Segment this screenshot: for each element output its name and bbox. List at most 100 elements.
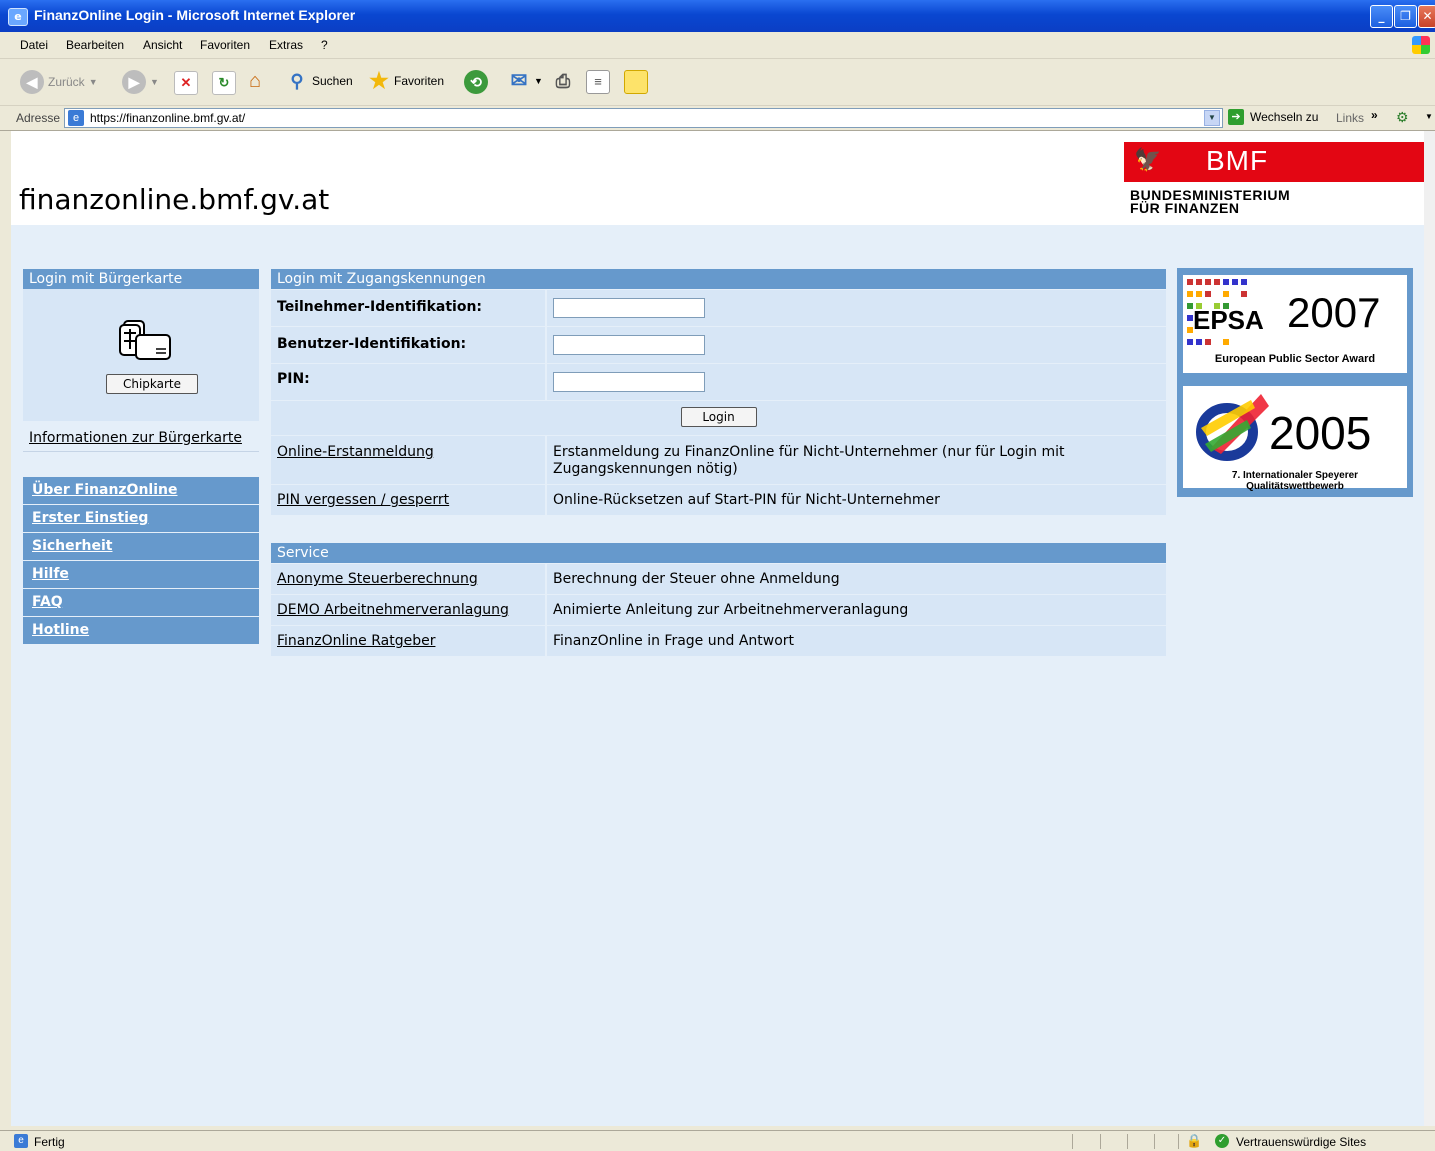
nav-item-help[interactable]: Hilfe — [23, 561, 259, 588]
maximize-button[interactable]: ❐ — [1394, 5, 1417, 28]
page-status-icon: e — [14, 1134, 28, 1148]
login-link-row: PIN vergessen / gesperrt Online-Rücksetz… — [271, 484, 1166, 515]
windows-logo-icon — [1412, 36, 1430, 54]
epsa-award[interactable]: EPSA 2007 European Public Sector Award — [1183, 275, 1407, 373]
search-button[interactable]: ⚲ Suchen — [286, 70, 352, 92]
bmf-logo-text: BMF — [1206, 145, 1269, 176]
participant-id-label: Teilnehmer-Identifikation: — [277, 299, 483, 315]
participant-id-input[interactable] — [553, 298, 705, 318]
service-description: Animierte Anleitung zur Arbeitnehmervera… — [545, 595, 1166, 625]
refresh-button[interactable]: ↻ — [212, 71, 236, 95]
divider — [1154, 1134, 1155, 1149]
dropdown-arrow-icon: ▼ — [150, 77, 159, 87]
messenger-button[interactable] — [624, 70, 648, 94]
status-text: Fertig — [34, 1135, 65, 1149]
print-button[interactable]: ⎙ — [552, 70, 574, 92]
address-url: https://finanzonline.bmf.gv.at/ — [90, 111, 246, 125]
pin-label: PIN: — [277, 371, 310, 387]
login-row-user: Benutzer-Identifikation: — [271, 326, 1166, 363]
pin-input[interactable] — [553, 372, 705, 392]
trusted-zone-icon: ✓ — [1215, 1134, 1229, 1148]
go-arrow-icon: ➔ — [1228, 109, 1244, 125]
go-button[interactable]: ➔ Wechseln zu — [1228, 109, 1318, 125]
extension-icon[interactable]: ⚙ — [1396, 109, 1409, 126]
pin-forgotten-description: Online-Rücksetzen auf Start-PIN für Nich… — [545, 485, 1166, 515]
star-icon: ★ — [369, 68, 389, 93]
dropdown-arrow-icon[interactable]: ▼ — [1425, 112, 1433, 121]
login-panel: Login mit Zugangskennungen Teilnehmer-Id… — [271, 269, 1166, 515]
back-button[interactable]: ◀ Zurück ▼ — [20, 70, 98, 94]
citizen-card-info-link[interactable]: Informationen zur Bürgerkarte — [29, 430, 242, 446]
chevron-right-icon[interactable]: » — [1371, 108, 1378, 122]
stop-button[interactable]: ✕ — [174, 71, 198, 95]
login-row-pin: PIN: — [271, 363, 1166, 400]
history-button[interactable]: ⟲ — [464, 70, 488, 94]
finanzonline-guide-link[interactable]: FinanzOnline Ratgeber — [271, 626, 545, 656]
chevron-down-icon[interactable]: ▼ — [1204, 110, 1220, 126]
nav-item-about[interactable]: Über FinanzOnline — [23, 477, 259, 504]
nav-item-hotline[interactable]: Hotline — [23, 617, 259, 644]
speyer-logo-icon — [1196, 394, 1269, 461]
minimize-button[interactable]: _ — [1370, 5, 1393, 28]
login-row-participant: Teilnehmer-Identifikation: — [271, 289, 1166, 326]
window-title: FinanzOnline Login - Microsoft Internet … — [34, 7, 356, 23]
service-row: DEMO Arbeitnehmerveranlagung Animierte A… — [271, 594, 1166, 625]
menu-extras[interactable]: Extras — [269, 38, 303, 52]
forward-button[interactable]: ▶ ▼ — [122, 70, 159, 94]
note-icon — [624, 70, 648, 94]
chip-card-icon — [119, 320, 171, 360]
service-description: Berechnung der Steuer ohne Anmeldung — [545, 564, 1166, 594]
lock-icon[interactable]: 🔒 — [1186, 1133, 1202, 1149]
back-arrow-icon: ◀ — [20, 70, 44, 94]
home-button[interactable]: ⌂ — [244, 70, 266, 92]
menu-datei[interactable]: Datei — [20, 38, 48, 52]
speyer-award[interactable]: 2005 7. Internationaler Speyerer Qualitä… — [1183, 386, 1407, 492]
epsa-logo-icon: EPSA — [1187, 279, 1264, 345]
login-link-row: Online-Erstanmeldung Erstanmeldung zu Fi… — [271, 435, 1166, 484]
menu-ansicht[interactable]: Ansicht — [143, 38, 182, 52]
online-registration-link[interactable]: Online-Erstanmeldung — [271, 436, 545, 484]
citizen-card-heading: Login mit Bürgerkarte — [23, 269, 259, 289]
chip-card-button[interactable]: Chipkarte — [106, 374, 198, 394]
bmf-logo[interactable]: 🦅 BMF — [1124, 142, 1424, 182]
security-zone-text: Vertrauenswürdige Sites — [1236, 1135, 1367, 1149]
address-label: Adresse — [16, 111, 61, 125]
menu-bar: Datei Bearbeiten Ansicht Favoriten Extra… — [0, 32, 1435, 59]
service-heading: Service — [271, 543, 1166, 563]
window-title-bar: e FinanzOnline Login - Microsoft Interne… — [0, 0, 1435, 32]
mail-button[interactable]: ✉ ▼ — [508, 70, 543, 92]
bmf-subtitle: BUNDESMINISTERIUM FÜR FINANZEN — [1130, 187, 1291, 216]
demo-employee-assessment-link[interactable]: DEMO Arbeitnehmerveranlagung — [271, 595, 545, 625]
menu-help[interactable]: ? — [321, 38, 328, 52]
epsa-year: 2007 — [1287, 289, 1381, 336]
links-label[interactable]: Links — [1336, 111, 1364, 125]
vertical-scrollbar[interactable] — [1424, 131, 1435, 1126]
citizen-card-panel: Login mit Bürgerkarte Chipkarte — [23, 269, 259, 421]
sidebar-nav: Über FinanzOnline Erster Einstieg Sicher… — [23, 477, 259, 645]
status-bar: e Fertig 🔒 ✓ Vertrauenswürdige Sites — [0, 1130, 1435, 1151]
nav-item-faq[interactable]: FAQ — [23, 589, 259, 616]
menu-bearbeiten[interactable]: Bearbeiten — [66, 38, 124, 52]
eagle-icon: 🦅 — [1134, 148, 1162, 173]
mail-icon: ✉ — [510, 70, 528, 92]
login-button[interactable]: Login — [680, 407, 757, 427]
dropdown-arrow-icon: ▼ — [88, 77, 98, 87]
edit-icon: ≡ — [586, 70, 610, 94]
edit-button[interactable]: ≡ — [586, 70, 610, 94]
anonymous-tax-calc-link[interactable]: Anonyme Steuerberechnung — [271, 564, 545, 594]
divider — [1100, 1134, 1101, 1149]
user-id-input[interactable] — [553, 335, 705, 355]
favorites-button[interactable]: ★ Favoriten — [368, 70, 444, 92]
address-input[interactable]: e https://finanzonline.bmf.gv.at/ ▼ — [64, 108, 1223, 128]
stop-icon: ✕ — [174, 71, 198, 95]
home-icon: ⌂ — [248, 70, 262, 92]
pin-forgotten-link[interactable]: PIN vergessen / gesperrt — [271, 485, 545, 515]
service-row: FinanzOnline Ratgeber FinanzOnline in Fr… — [271, 625, 1166, 656]
close-button[interactable]: ✕ — [1418, 5, 1435, 28]
menu-favoriten[interactable]: Favoriten — [200, 38, 250, 52]
epsa-caption: European Public Sector Award — [1214, 353, 1376, 365]
nav-item-security[interactable]: Sicherheit — [23, 533, 259, 560]
speyer-caption: 7. Internationaler Speyerer Qualitätswet… — [1231, 470, 1359, 492]
ie-app-icon: e — [8, 8, 28, 26]
nav-item-first-steps[interactable]: Erster Einstieg — [23, 505, 259, 532]
